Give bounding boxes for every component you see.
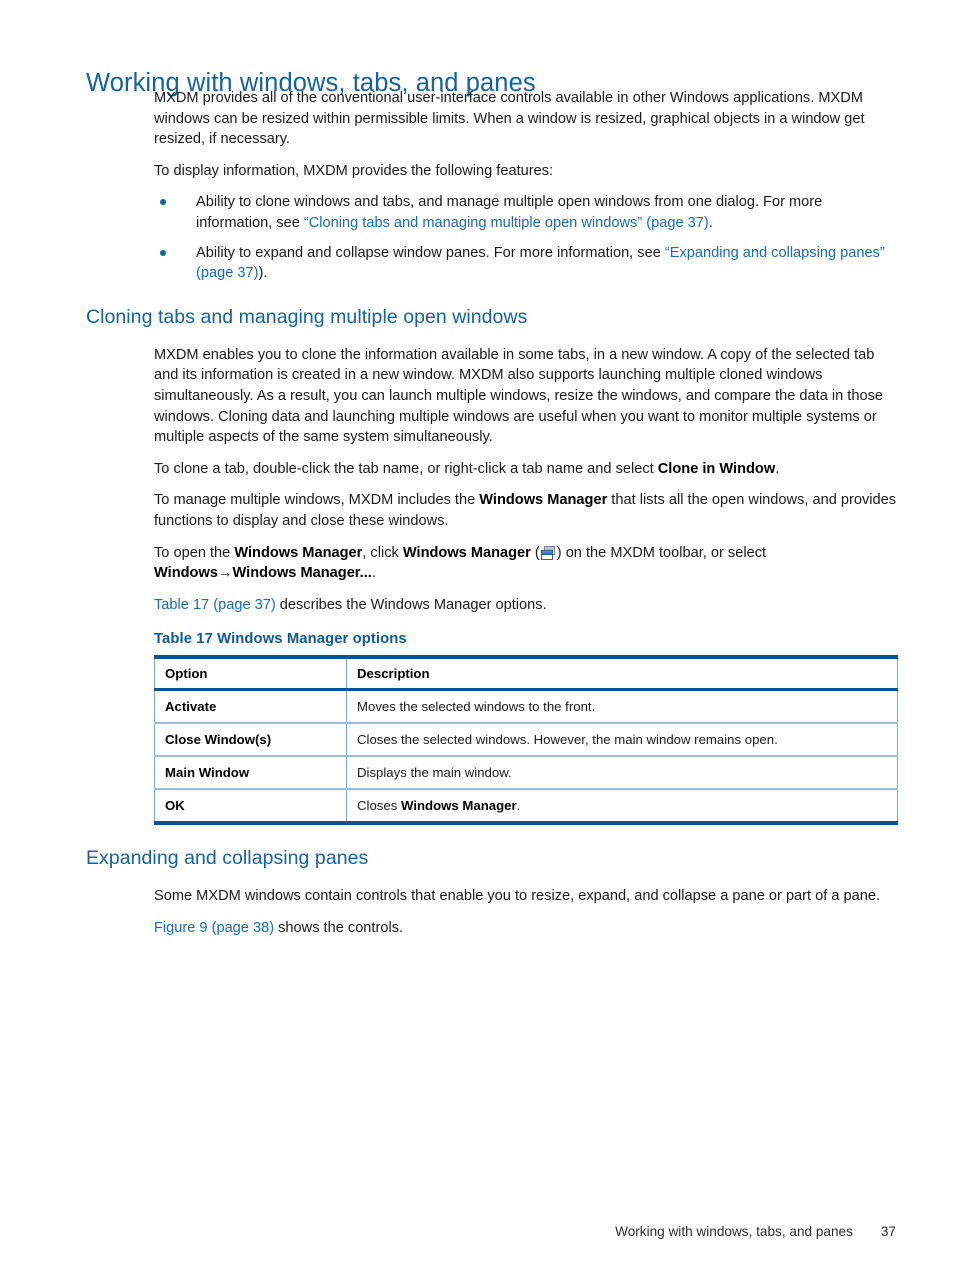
table-row: Close Window(s) Closes the selected wind…: [154, 723, 898, 758]
option-cell: Main Window: [154, 756, 347, 791]
table-header-row: Option Description: [154, 655, 898, 692]
list-item: Ability to clone windows and tabs, and m…: [154, 192, 898, 233]
column-header-option: Option: [154, 655, 347, 692]
cloning-paragraph-5: Table 17 (page 37) describes the Windows…: [154, 595, 898, 616]
windows-manager-button-label: Windows Manager: [402, 544, 531, 561]
bullet-1-tail: .: [708, 214, 713, 231]
option-cell: Close Window(s): [154, 723, 347, 758]
footer-chapter: Working with windows, tabs, and panes: [615, 1224, 853, 1239]
description-text: Closes: [357, 798, 401, 814]
menu-path-windows-manager: Windows→Windows Manager...: [154, 565, 372, 582]
bullet-icon: [160, 199, 166, 206]
description-text: Moves the selected windows to the front.: [357, 699, 596, 715]
table-caption: Table 17 Windows Manager options: [154, 631, 407, 648]
section-heading-cloning: Cloning tabs and managing multiple open …: [86, 305, 528, 328]
description-text: Closes the selected windows. However, th…: [357, 732, 778, 748]
list-item: Ability to expand and collapse window pa…: [154, 243, 898, 284]
description-cell: Closes Windows Manager.: [346, 789, 898, 826]
link-figure-9[interactable]: Figure 9 (page 38): [154, 920, 274, 936]
description-cell: Displays the main window.: [346, 756, 898, 791]
bullet-2-tail: ).: [258, 265, 268, 282]
table-row: Main Window Displays the main window.: [154, 756, 898, 791]
bullet-2-lead: Ability to expand and collapse window pa…: [196, 244, 665, 261]
description-text: Displays the main window.: [357, 765, 512, 781]
link-cloning-tabs[interactable]: “Cloning tabs and managing multiple open…: [304, 215, 709, 231]
windows-manager-label: Windows Manager: [479, 492, 608, 509]
open-wm-part1: To open the: [154, 544, 235, 561]
content-column: MXDM provides all of the conventional us…: [86, 88, 898, 938]
windows-manager-options-table: Option Description Activate Moves the se…: [154, 655, 898, 826]
column-header-description: Description: [346, 655, 898, 692]
intro-paragraph-1: MXDM provides all of the conventional us…: [154, 90, 865, 148]
manage-windows-lead: To manage multiple windows, MXDM include…: [154, 492, 480, 509]
page-footer: Working with windows, tabs, and panes 37: [0, 1224, 954, 1239]
table-row: OK Closes Windows Manager.: [154, 789, 898, 826]
option-cell: OK: [154, 789, 347, 826]
description-cell: Moves the selected windows to the front.: [346, 689, 898, 725]
features-list: Ability to clone windows and tabs, and m…: [154, 192, 898, 283]
table-17-tail: describes the Windows Manager options.: [275, 596, 547, 613]
panes-paragraph-2: Figure 9 (page 38) shows the controls.: [154, 918, 898, 939]
section-heading-panes: Expanding and collapsing panes: [86, 847, 369, 870]
document-page: Working with windows, tabs, and panes MX…: [0, 0, 954, 1271]
description-bold: Windows Manager: [400, 798, 517, 814]
description-tail: .: [516, 798, 521, 814]
bullet-icon: [160, 249, 166, 256]
clone-tab-lead: To clone a tab, double-click the tab nam…: [154, 460, 658, 477]
clone-in-window-label: Clone in Window: [657, 460, 776, 477]
cloning-paragraph-2: To clone a tab, double-click the tab nam…: [154, 459, 898, 480]
windows-manager-label: Windows Manager: [234, 544, 363, 561]
description-cell: Closes the selected windows. However, th…: [346, 723, 898, 758]
cloning-paragraph-3: To manage multiple windows, MXDM include…: [154, 490, 898, 531]
option-cell: Activate: [154, 689, 347, 725]
figure-9-tail: shows the controls.: [274, 919, 404, 936]
cloning-paragraph-1: MXDM enables you to clone the informatio…: [154, 346, 883, 446]
open-wm-part3: (: [530, 544, 540, 561]
footer-page-number: 37: [880, 1224, 896, 1239]
open-wm-part4: ) on the MXDM toolbar, or select: [556, 544, 767, 561]
open-wm-part2: , click: [362, 544, 403, 561]
cloning-paragraph-4: To open the Windows Manager, click Windo…: [154, 543, 898, 584]
clone-tab-tail: .: [775, 460, 780, 477]
open-wm-part5: .: [371, 565, 376, 582]
intro-paragraph-2: To display information, MXDM provides th…: [154, 162, 554, 179]
panes-paragraph-1: Some MXDM windows contain controls that …: [154, 888, 881, 905]
table-row: Activate Moves the selected windows to t…: [154, 689, 898, 725]
link-table-17[interactable]: Table 17 (page 37): [154, 597, 276, 613]
windows-manager-toolbar-icon: [540, 545, 556, 560]
